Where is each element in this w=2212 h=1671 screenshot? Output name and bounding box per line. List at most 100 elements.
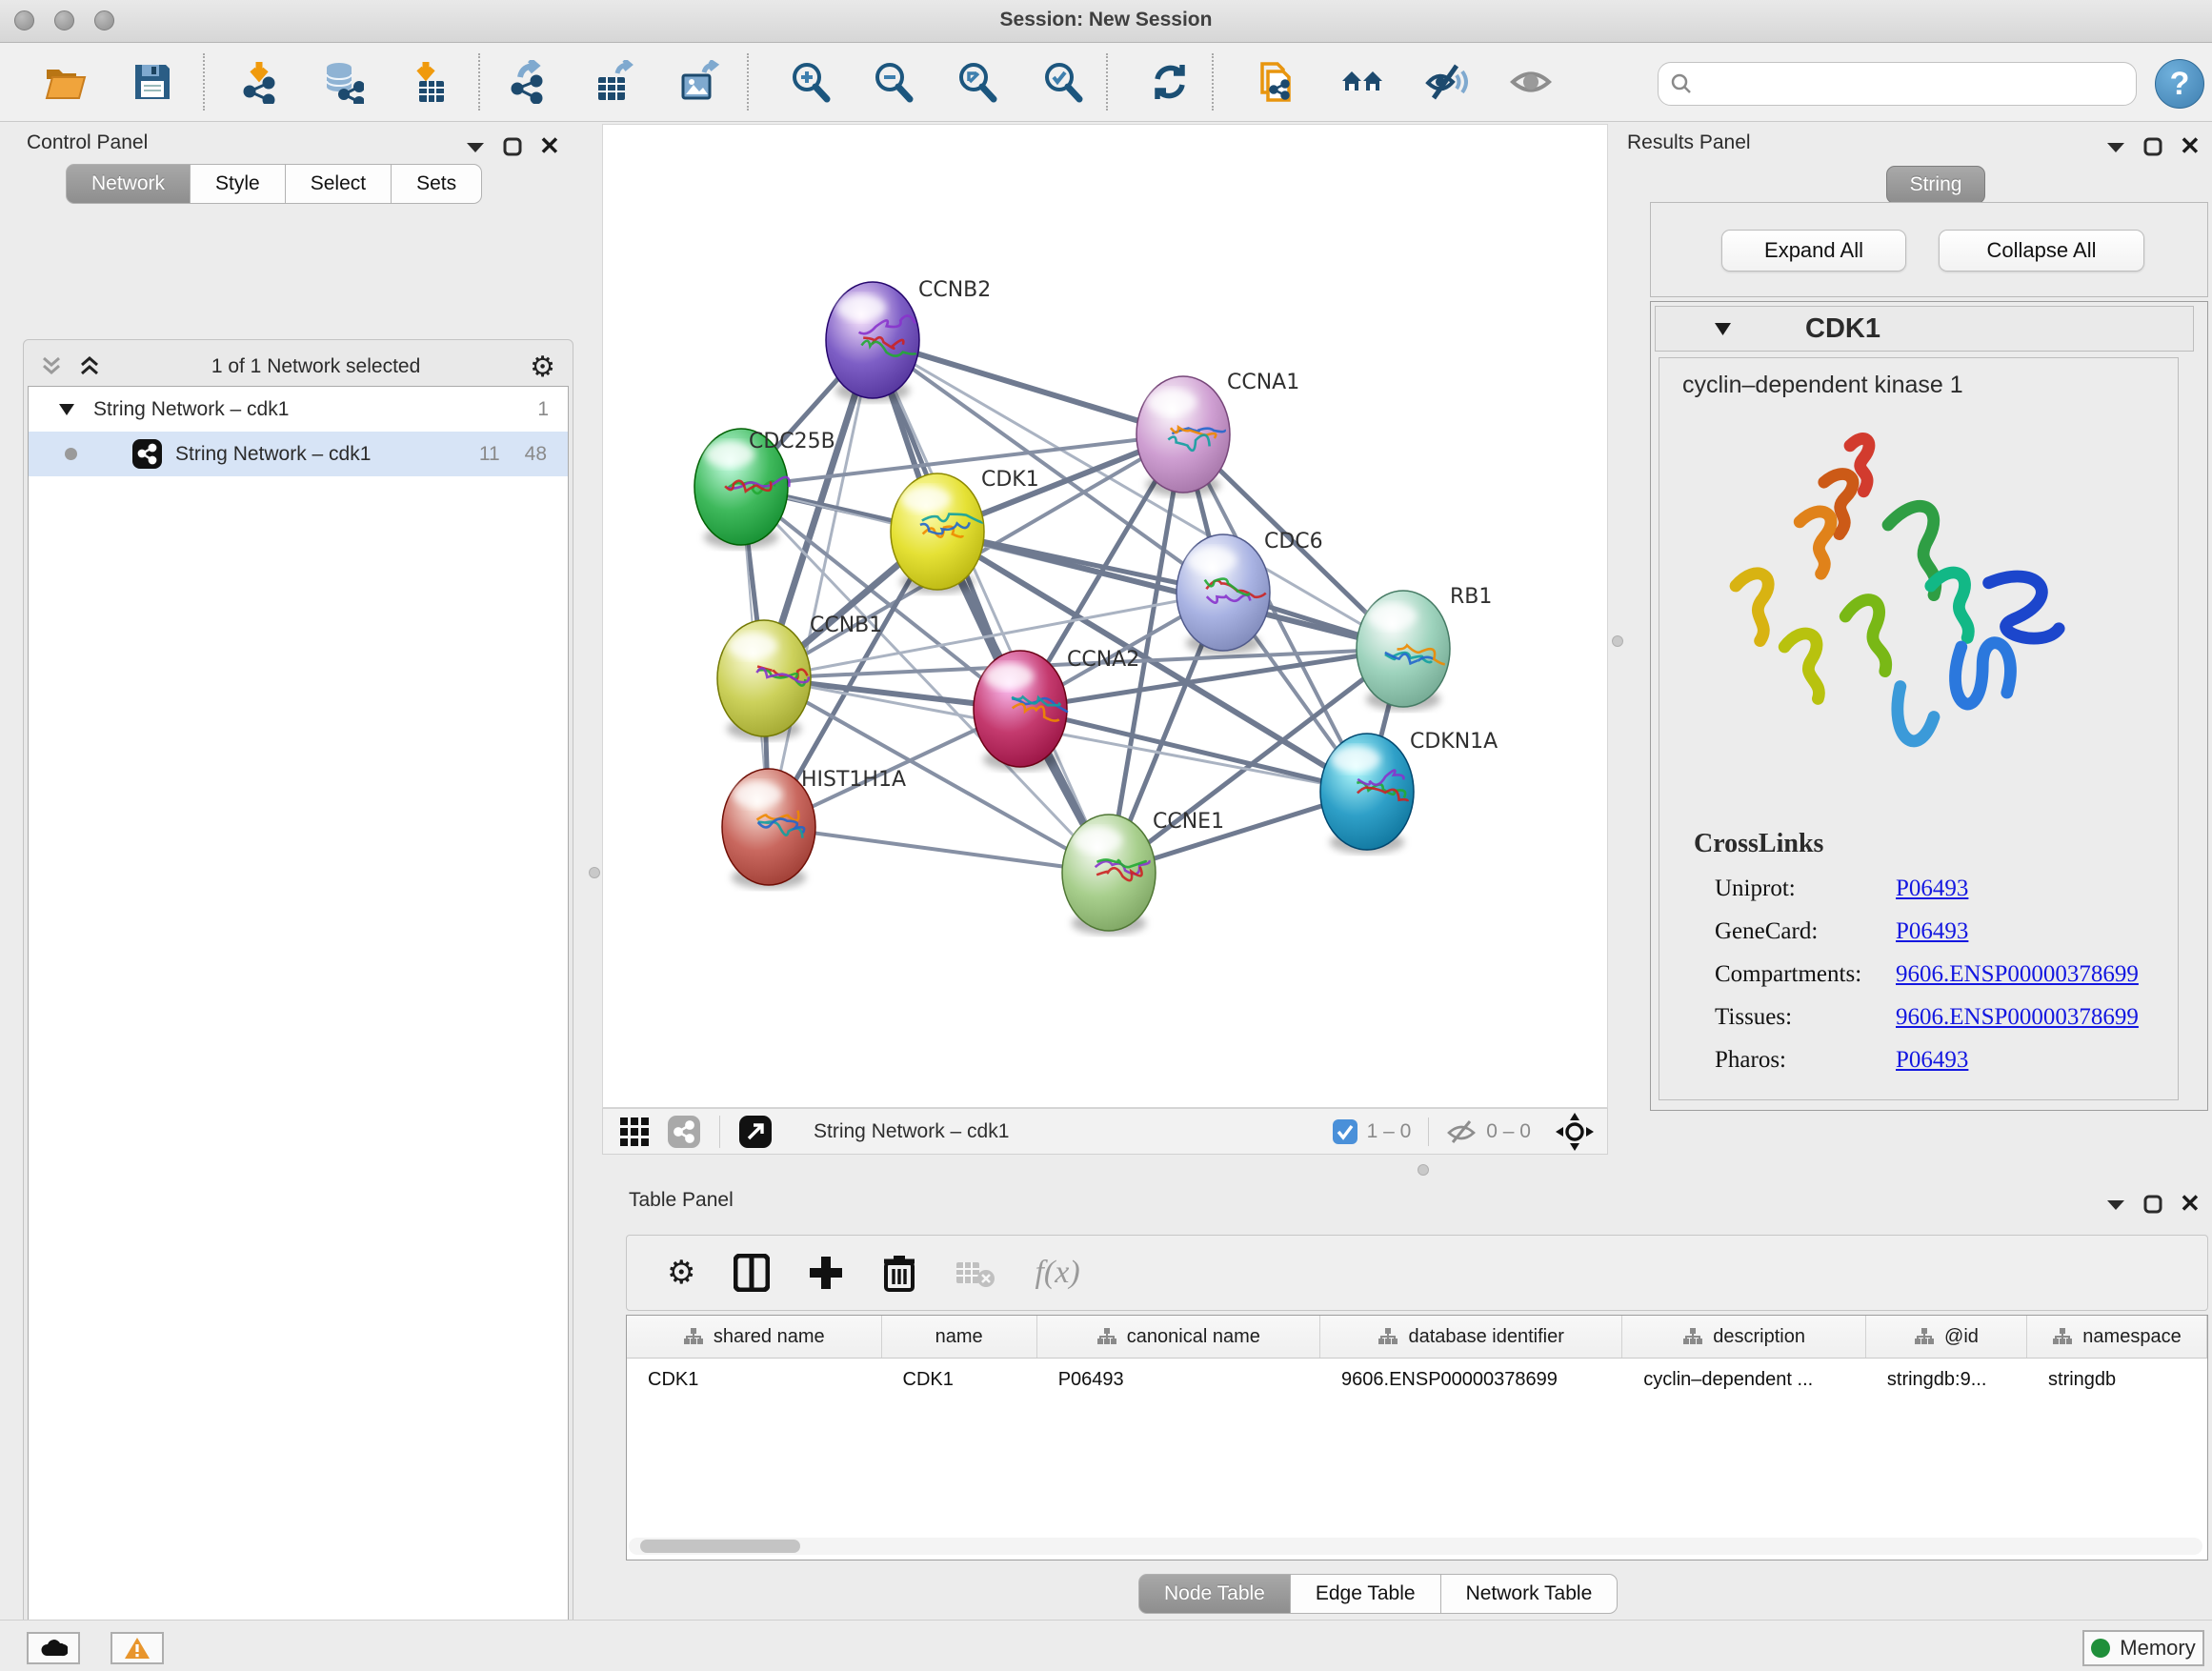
node-CCNA2[interactable] [974,651,1067,771]
table-horizontal-scrollbar[interactable] [629,1538,2202,1555]
node-CCNB1[interactable] [717,620,811,740]
panel-undock-icon[interactable] [503,137,522,156]
gene-section-header[interactable]: CDK1 [1655,306,2194,352]
tab-sets[interactable]: Sets [391,164,482,204]
function-builder-icon[interactable]: f(x) [1035,1255,1079,1291]
cloud-status-button[interactable] [27,1632,80,1664]
node-CCNA1[interactable] [1136,376,1230,496]
export-table-icon[interactable] [592,59,637,105]
export-image-icon[interactable] [676,59,722,105]
panel-close-icon[interactable]: ✕ [2180,1189,2201,1218]
selected-checkbox-icon[interactable] [1333,1119,1357,1144]
show-eye-icon[interactable] [1508,59,1554,105]
column-header-canonical-name[interactable]: canonical name [1037,1316,1320,1358]
copy-share-icon[interactable] [1254,59,1299,105]
left-splitter-handle[interactable] [589,867,600,878]
tab-select[interactable]: Select [285,164,392,204]
zoom-selected-icon[interactable] [1040,59,1086,105]
crosslink-link[interactable]: 9606.ENSP00000378699 [1896,1004,2139,1030]
panel-close-icon[interactable]: ✕ [2180,131,2201,161]
column-header-shared-name[interactable]: shared name [627,1316,882,1358]
table-cell[interactable]: 9606.ENSP00000378699 [1320,1359,1622,1401]
collapse-all-icon[interactable] [39,354,64,379]
tab-edge-table[interactable]: Edge Table [1290,1574,1441,1614]
tab-node-table[interactable]: Node Table [1138,1574,1291,1614]
scrollbar-thumb[interactable] [640,1540,800,1553]
edge-CDK1-RB1[interactable] [937,532,1403,649]
zoom-out-icon[interactable] [871,59,916,105]
network-collection-row[interactable]: String Network – cdk1 1 [29,387,568,432]
detach-view-icon[interactable] [739,1116,772,1148]
zoom-fit-icon[interactable] [955,59,1000,105]
network-graph[interactable]: CCNB2CCNA1CDC25BCDK1CDC6RB1CCNB1CCNA2CDK… [603,125,1607,1107]
grid-view-icon[interactable] [618,1116,651,1148]
node-RB1[interactable] [1357,591,1450,711]
panel-close-icon[interactable]: ✕ [539,131,560,161]
search-field[interactable] [1658,62,2137,106]
crosslink-link[interactable]: P06493 [1896,876,1968,901]
crosslink-link[interactable]: P06493 [1896,1047,1968,1073]
open-session-icon[interactable] [42,59,88,105]
edge-CCNB2-HIST1H1A[interactable] [769,340,873,827]
column-header-description[interactable]: description [1622,1316,1866,1358]
import-network-database-icon[interactable] [319,59,365,105]
panel-undock-icon[interactable] [2143,1195,2162,1214]
column-header-namespace[interactable]: namespace [2027,1316,2207,1358]
help-button[interactable]: ? [2155,59,2204,109]
node-CDK1[interactable] [891,473,984,594]
collapse-all-button[interactable]: Collapse All [1939,230,2144,272]
edge-CCNB2-CCNE1[interactable] [873,340,1109,873]
delete-column-icon[interactable] [882,1254,916,1292]
node-CCNB2[interactable] [826,282,919,402]
import-network-file-icon[interactable] [236,59,282,105]
crosslink-link[interactable]: P06493 [1896,918,1968,944]
panel-float-icon[interactable] [2105,1198,2126,1211]
node-table[interactable]: shared namenamecanonical namedatabase id… [626,1315,2208,1560]
table-cell[interactable]: CDK1 [627,1359,882,1401]
section-expanded-icon[interactable] [1715,323,1731,335]
memory-button[interactable]: Memory [2082,1630,2204,1666]
column-header-database-identifier[interactable]: database identifier [1320,1316,1622,1358]
panel-undock-icon[interactable] [2143,137,2162,156]
edge-CCNB2-CCNA1[interactable] [873,340,1183,434]
panel-float-icon[interactable] [2105,140,2126,153]
refresh-icon[interactable] [1147,59,1193,105]
tree-expanded-icon[interactable] [59,404,74,415]
birds-eye-icon[interactable] [1556,1113,1594,1151]
table-cell[interactable]: cyclin–dependent ... [1622,1359,1866,1401]
expand-all-icon[interactable] [77,354,102,379]
search-input[interactable] [1700,73,2110,95]
expand-all-button[interactable]: Expand All [1721,230,1906,272]
save-session-icon[interactable] [130,59,175,105]
table-cell[interactable]: P06493 [1037,1359,1320,1401]
warning-status-button[interactable] [111,1632,164,1664]
horizontal-splitter-handle[interactable] [1418,1164,1429,1176]
network-view-icon[interactable] [668,1116,700,1148]
delete-table-icon[interactable] [955,1257,996,1289]
edge-HIST1H1A-CCNE1[interactable] [769,827,1109,873]
table-settings-gear-icon[interactable]: ⚙ [667,1254,695,1292]
tab-style[interactable]: Style [190,164,286,204]
add-column-icon[interactable] [808,1255,844,1291]
results-scroll-area[interactable]: CDK1 cyclin–dependent kinase 1 CrossLink… [1650,301,2208,1111]
table-row[interactable]: CDK1CDK1P064939606.ENSP00000378699cyclin… [627,1359,2207,1401]
tab-network-table[interactable]: Network Table [1440,1574,1619,1614]
column-header--id[interactable]: @id [1866,1316,2027,1358]
export-network-icon[interactable] [506,59,552,105]
table-cell[interactable]: CDK1 [882,1359,1037,1401]
import-table-icon[interactable] [405,59,451,105]
table-cell[interactable]: stringdb [2027,1359,2207,1401]
tab-string[interactable]: String [1886,166,1985,204]
zoom-in-icon[interactable] [788,59,834,105]
panel-float-icon[interactable] [465,140,486,153]
network-canvas[interactable]: CCNB2CCNA1CDC25BCDK1CDC6RB1CCNB1CCNA2CDK… [602,124,1608,1108]
node-CCNE1[interactable] [1062,815,1156,935]
column-header-name[interactable]: name [882,1316,1037,1358]
node-CDKN1A[interactable] [1320,734,1414,854]
hidden-eye-icon[interactable] [1446,1119,1477,1144]
home-pair-icon[interactable] [1339,59,1385,105]
gear-icon[interactable]: ⚙ [530,351,555,384]
table-cell[interactable]: stringdb:9... [1866,1359,2027,1401]
crosslink-link[interactable]: 9606.ENSP00000378699 [1896,961,2139,987]
tab-network[interactable]: Network [66,164,191,204]
